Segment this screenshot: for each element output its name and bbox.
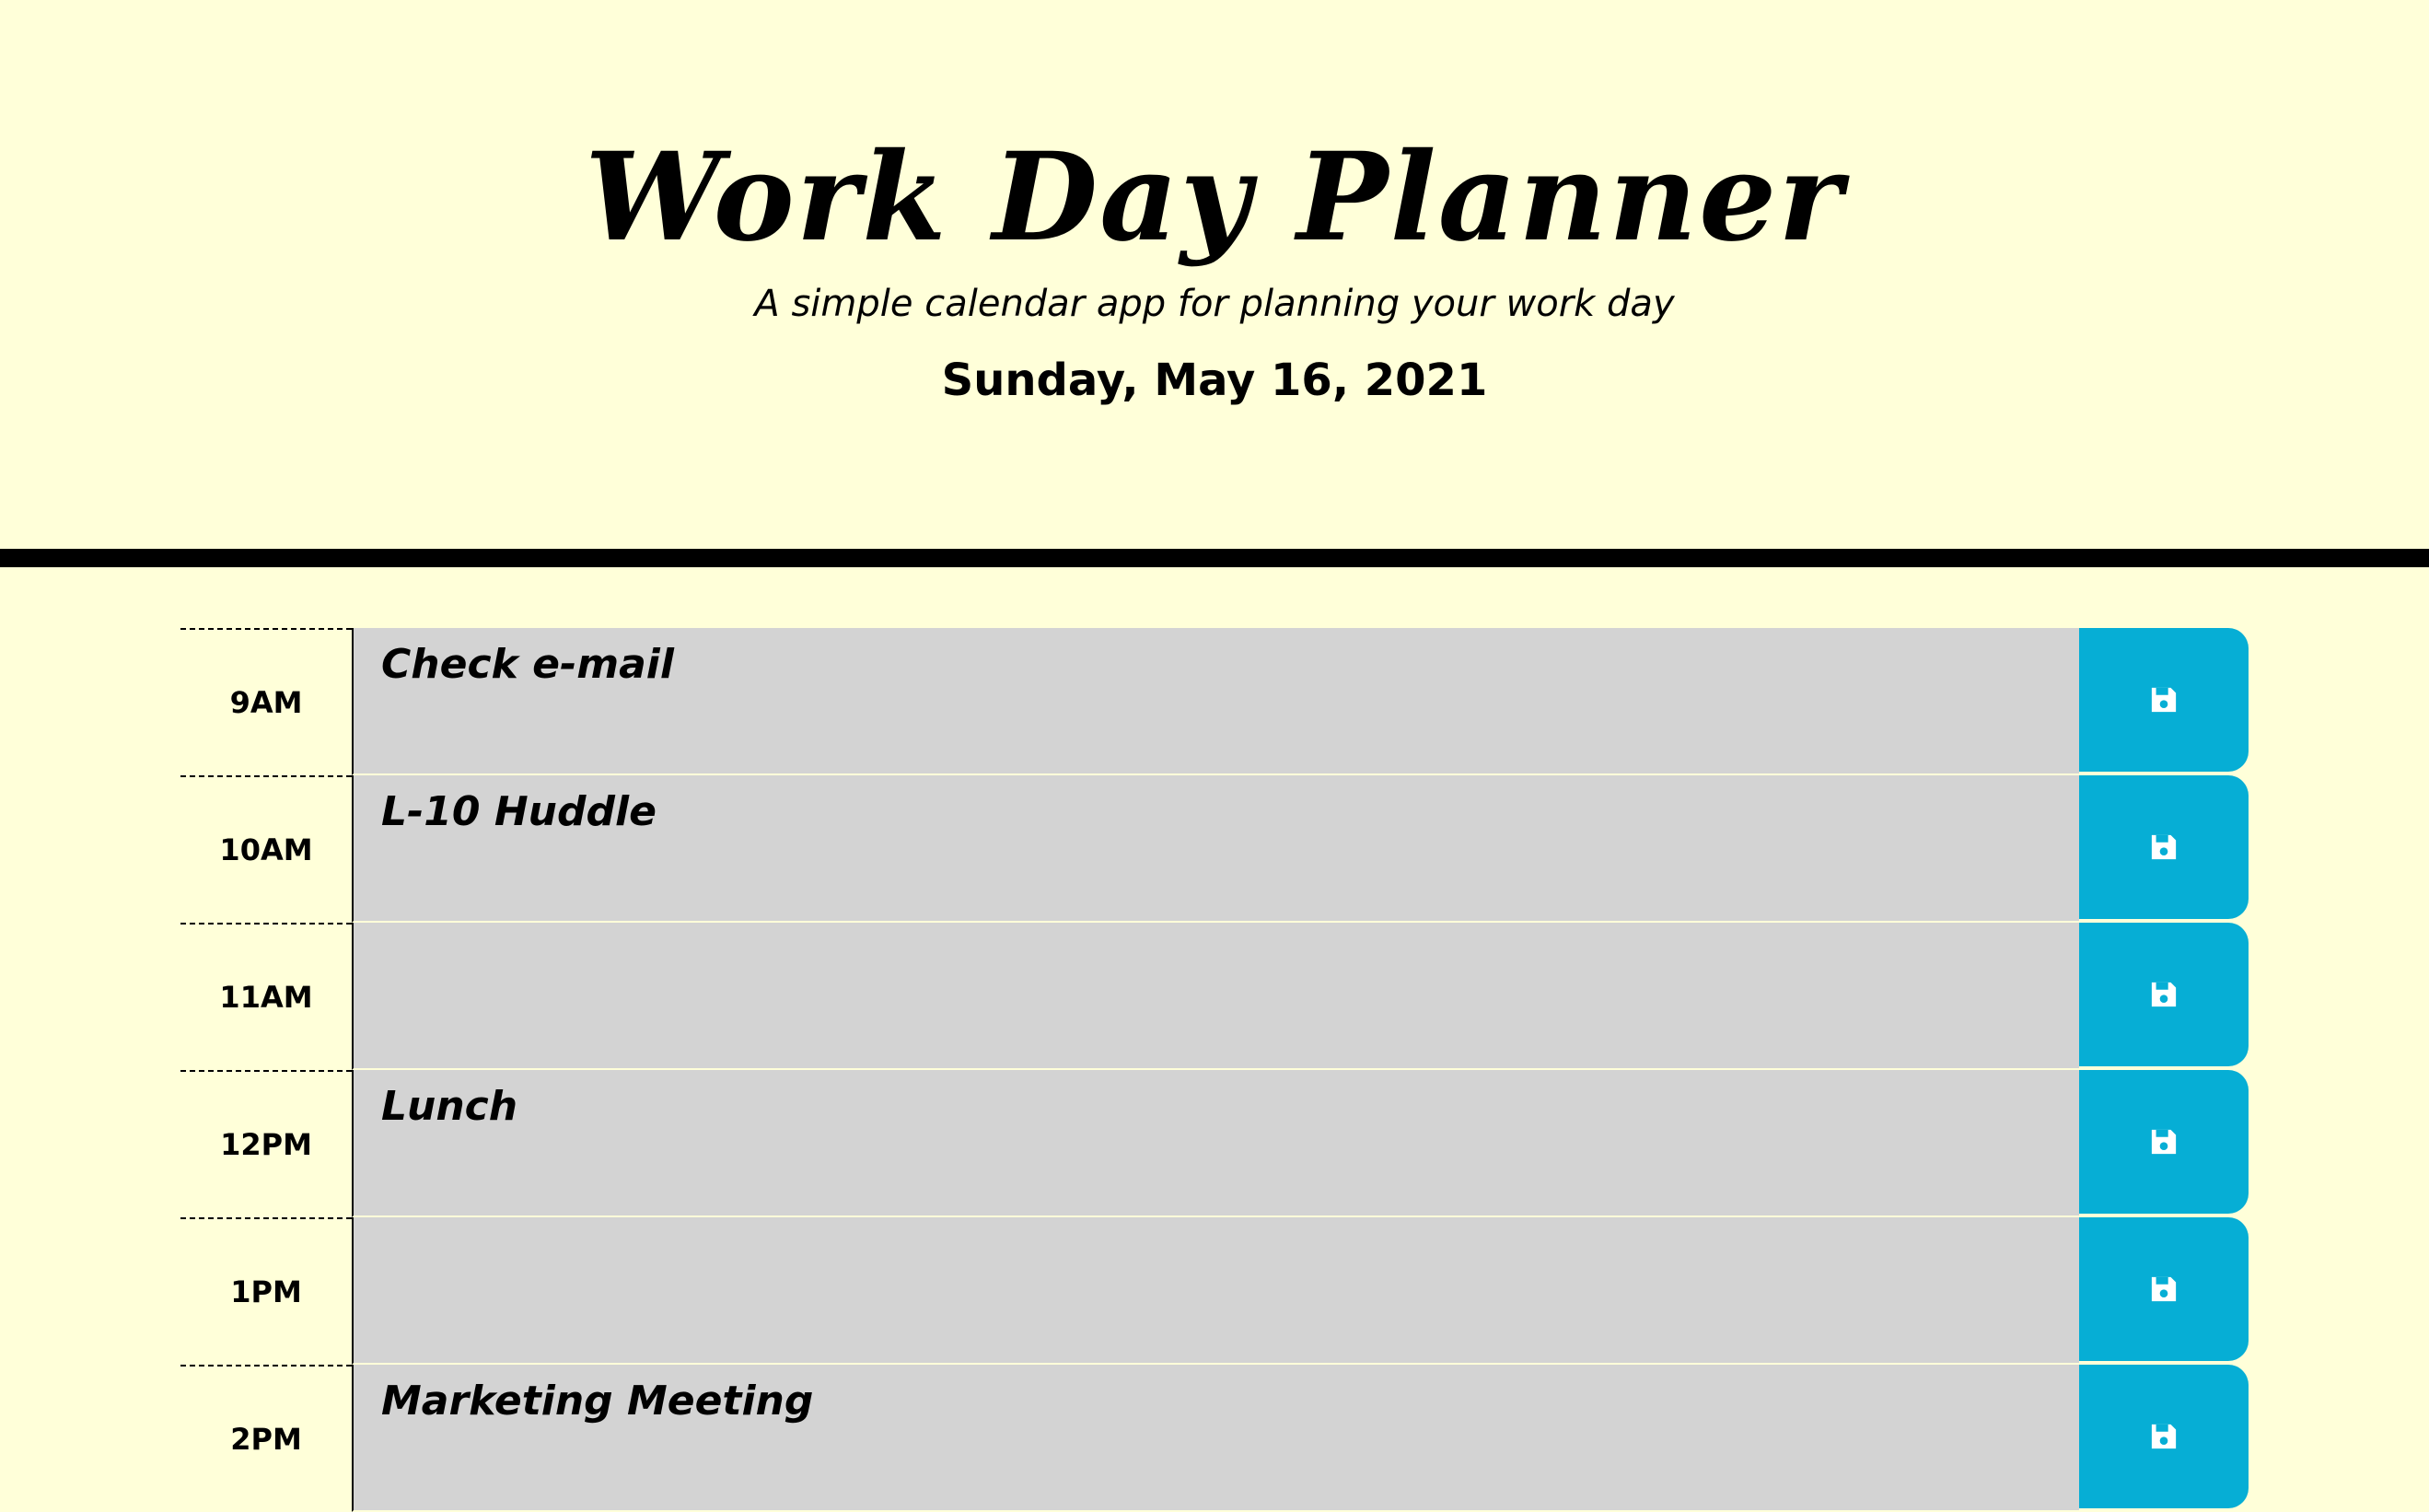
current-day: Sunday, May 16, 2021 <box>941 355 1488 406</box>
save-button[interactable] <box>2079 1365 2249 1508</box>
time-block-row: 11AM <box>180 923 2249 1070</box>
hour-label: 11AM <box>180 923 352 1070</box>
time-block-description[interactable] <box>352 1217 2079 1365</box>
time-block-row: 12PM Lunch <box>180 1070 2249 1217</box>
time-block-description[interactable]: L-10 Huddle <box>352 775 2079 923</box>
save-button[interactable] <box>2079 923 2249 1066</box>
hour-label: 12PM <box>180 1070 352 1217</box>
save-button[interactable] <box>2079 628 2249 772</box>
hour-label: 9AM <box>180 628 352 775</box>
save-icon <box>2150 833 2178 861</box>
save-icon <box>2150 1275 2178 1303</box>
time-block-row: 1PM <box>180 1217 2249 1365</box>
time-block-description[interactable]: Check e-mail <box>352 628 2079 775</box>
save-icon <box>2150 686 2178 714</box>
hour-label: 1PM <box>180 1217 352 1365</box>
save-icon <box>2150 1128 2178 1156</box>
time-block-description[interactable]: Marketing Meeting <box>352 1365 2079 1512</box>
time-block-row: 9AM Check e-mail <box>180 628 2249 775</box>
time-block-row: 2PM Marketing Meeting <box>180 1365 2249 1512</box>
jumbotron-header: Work Day Planner A simple calendar app f… <box>0 0 2429 567</box>
time-block-description[interactable]: Lunch <box>352 1070 2079 1217</box>
save-button[interactable] <box>2079 1217 2249 1361</box>
planner-container: 9AM Check e-mail 10AM L-10 Huddle 11AM 1… <box>180 628 2249 1512</box>
save-icon <box>2150 981 2178 1008</box>
save-button[interactable] <box>2079 775 2249 919</box>
time-block-row: 10AM L-10 Huddle <box>180 775 2249 923</box>
save-icon <box>2150 1423 2178 1450</box>
page-title: Work Day Planner <box>585 126 1844 269</box>
save-button[interactable] <box>2079 1070 2249 1214</box>
page-lead: A simple calendar app for planning your … <box>754 283 1675 325</box>
hour-label: 10AM <box>180 775 352 923</box>
hour-label: 2PM <box>180 1365 352 1512</box>
time-block-description[interactable] <box>352 923 2079 1070</box>
